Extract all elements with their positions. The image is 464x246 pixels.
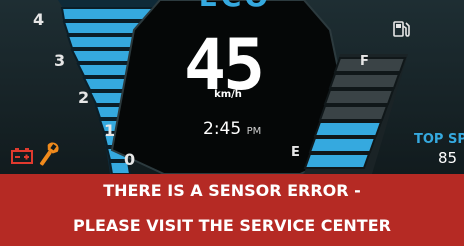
fuel-segment — [328, 73, 401, 89]
error-message-line-2: PLEASE VISIT THE SERVICE CENTER — [73, 216, 391, 235]
fuel-segment-filled — [303, 153, 371, 169]
gear-label-0: 0 — [124, 150, 136, 169]
gear-label-2: 2 — [78, 88, 90, 107]
fuel-empty-label: E — [291, 145, 300, 160]
rpm-segment — [82, 77, 129, 91]
gear-label-3: 3 — [54, 51, 66, 70]
error-message-banner: THERE IS A SENSOR ERROR - PLEASE VISIT T… — [0, 174, 464, 246]
fuel-segment — [323, 89, 395, 105]
mode-indicator: ECO — [190, 0, 280, 13]
top-speed-label: TOP SP — [414, 132, 464, 147]
gear-label-4: 4 — [33, 10, 45, 29]
gear-label-1: 1 — [104, 121, 116, 140]
rpm-segment — [88, 91, 125, 105]
fuel-segment-filled — [313, 121, 383, 137]
fuel-segment — [333, 57, 407, 73]
rpm-segment — [94, 105, 121, 119]
instrument-cluster: ECO 4 3 2 1 0 45 km/h 2:45 PM F E TOP SP… — [0, 0, 464, 246]
rpm-segment — [76, 63, 135, 77]
clock-ampm: PM — [246, 126, 262, 137]
error-message-line-1: THERE IS A SENSOR ERROR - — [103, 181, 361, 200]
clock: 2:45 PM — [203, 119, 261, 139]
clock-time: 2:45 — [203, 119, 242, 139]
fuel-segment-filled — [308, 137, 377, 153]
top-speed-value: 85 — [438, 149, 458, 167]
fuel-segment — [318, 105, 389, 121]
speed-unit: km/h — [214, 89, 242, 100]
fuel-full-label: F — [360, 54, 369, 69]
